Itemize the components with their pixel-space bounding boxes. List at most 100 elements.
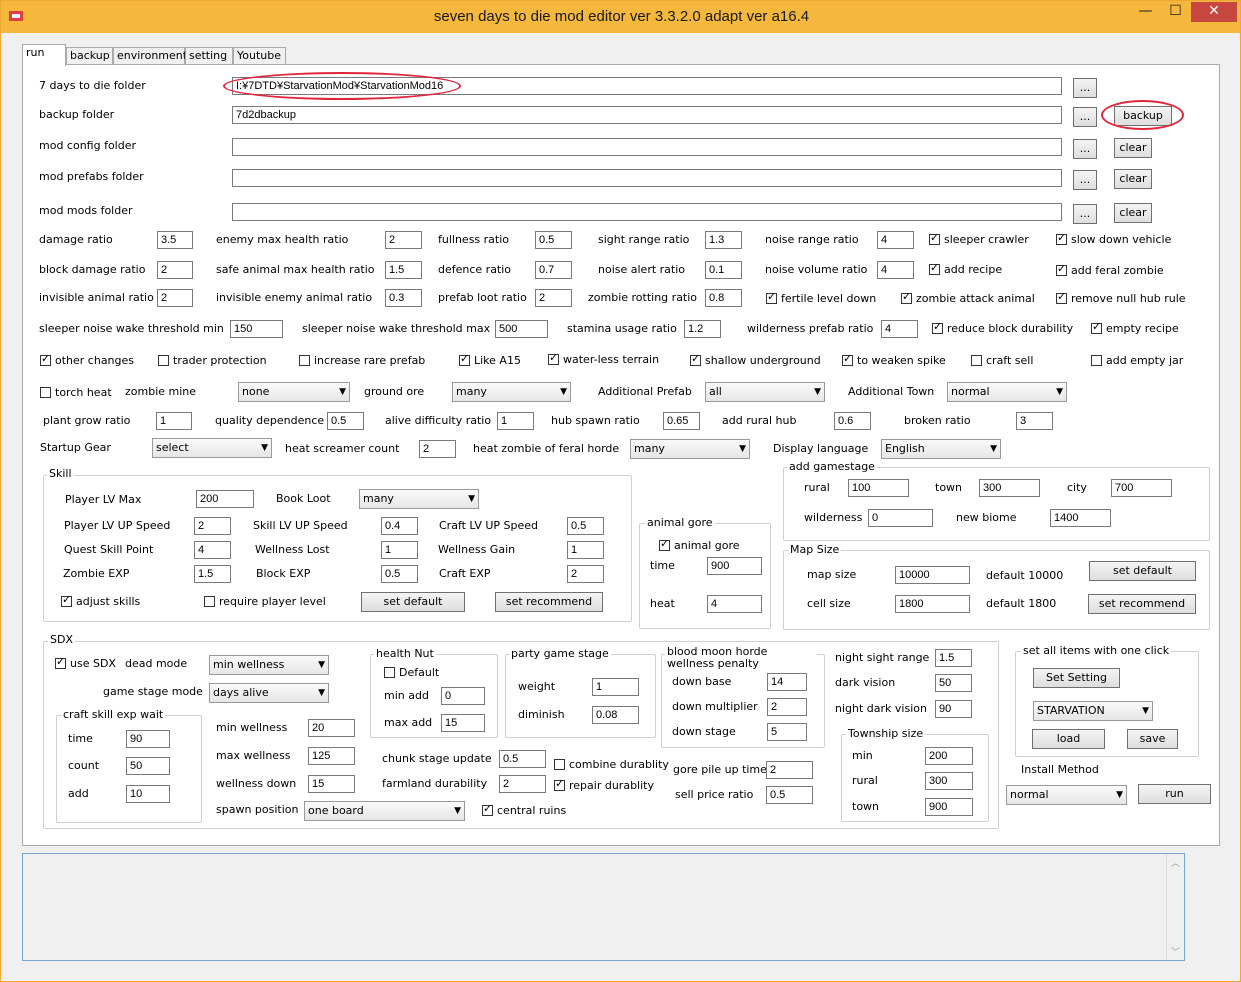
gs-new-biome-input[interactable]: 1400	[1050, 509, 1111, 527]
save-button[interactable]: save	[1127, 729, 1178, 749]
add-feral-zombie-checkbox[interactable]: add feral zombie	[1056, 262, 1164, 277]
backup-browse-button[interactable]: ...	[1073, 107, 1097, 127]
tab-youtube[interactable]: Youtube	[233, 47, 286, 65]
minimize-button[interactable]: —	[1131, 2, 1160, 22]
quest-skill-input[interactable]: 4	[194, 541, 231, 559]
enemy-max-health-input[interactable]: 2	[385, 231, 422, 249]
craft-exp-input[interactable]: 2	[567, 565, 604, 583]
wellness-gain-input[interactable]: 1	[567, 541, 604, 559]
map-set-default-button[interactable]: set default	[1089, 561, 1196, 581]
hub-spawn-input[interactable]: 0.65	[663, 412, 700, 430]
maximize-button[interactable]: ☐	[1161, 2, 1190, 22]
config-clear-button[interactable]: clear	[1114, 138, 1152, 158]
sdtd-browse-button[interactable]: ...	[1073, 78, 1097, 98]
remove-null-hub-checkbox[interactable]: remove null hub rule	[1056, 290, 1186, 305]
block-damage-input[interactable]: 2	[157, 261, 193, 279]
tab-environment[interactable]: environment	[113, 47, 187, 65]
gs-city-input[interactable]: 700	[1111, 479, 1172, 497]
mods-clear-button[interactable]: clear	[1114, 203, 1152, 223]
require-player-level-checkbox[interactable]: require player level	[204, 595, 326, 608]
ts-min-input[interactable]: 200	[925, 747, 973, 765]
heat-zombie-select[interactable]: many ▼	[630, 439, 750, 459]
skill-set-default-button[interactable]: set default	[361, 592, 465, 612]
sleeper-min-input[interactable]: 150	[230, 320, 283, 338]
gore-time-input[interactable]: 900	[707, 557, 762, 575]
skill-lv-up-input[interactable]: 0.4	[381, 517, 418, 535]
sleeper-crawler-checkbox[interactable]: sleeper crawler	[929, 231, 1029, 246]
empty-recipe-checkbox[interactable]: empty recipe	[1091, 320, 1179, 335]
config-folder-input[interactable]	[232, 138, 1062, 156]
spawn-position-select[interactable]: one board ▼	[304, 801, 465, 821]
prefabs-folder-input[interactable]	[232, 169, 1062, 187]
prefabs-clear-button[interactable]: clear	[1114, 169, 1152, 189]
gs-town-input[interactable]: 300	[979, 479, 1040, 497]
combine-durability-checkbox[interactable]: combine durablity	[554, 758, 669, 771]
prefabs-browse-button[interactable]: ...	[1073, 170, 1097, 190]
down-base-input[interactable]: 14	[767, 673, 807, 691]
map-size-input[interactable]: 10000	[895, 566, 970, 584]
repair-durability-checkbox[interactable]: repair durablity	[554, 777, 654, 792]
to-weaken-spike-checkbox[interactable]: to weaken spike	[842, 352, 946, 367]
weight-input[interactable]: 1	[592, 678, 639, 696]
map-set-recommend-button[interactable]: set recommend	[1088, 594, 1196, 614]
diminish-input[interactable]: 0.08	[592, 706, 639, 724]
hn-max-add-input[interactable]: 15	[441, 714, 485, 732]
invisible-animal-input[interactable]: 2	[157, 289, 193, 307]
zombie-attack-animal-checkbox[interactable]: zombie attack animal	[901, 290, 1035, 305]
plant-grow-input[interactable]: 1	[156, 412, 192, 430]
gore-heat-input[interactable]: 4	[707, 595, 762, 613]
ts-rural-input[interactable]: 300	[925, 772, 973, 790]
fullness-input[interactable]: 0.5	[535, 231, 572, 249]
broken-ratio-input[interactable]: 3	[1016, 412, 1053, 430]
defence-input[interactable]: 0.7	[535, 261, 572, 279]
heat-screamer-input[interactable]: 2	[419, 440, 456, 458]
dark-vision-input[interactable]: 50	[935, 674, 972, 692]
tab-backup[interactable]: backup	[66, 47, 113, 65]
cs-time-input[interactable]: 90	[126, 730, 170, 748]
wilderness-prefab-input[interactable]: 4	[881, 320, 918, 338]
increase-rare-prefab-checkbox[interactable]: increase rare prefab	[299, 354, 425, 367]
alive-difficulty-input[interactable]: 1	[497, 412, 534, 430]
add-recipe-checkbox[interactable]: add recipe	[929, 261, 1002, 276]
sell-price-input[interactable]: 0.5	[766, 786, 813, 804]
cs-add-input[interactable]: 10	[126, 785, 170, 803]
zombie-rotting-input[interactable]: 0.8	[705, 289, 742, 307]
shallow-underground-checkbox[interactable]: shallow underground	[690, 352, 821, 367]
use-sdx-checkbox[interactable]: use SDX	[55, 655, 116, 670]
ts-town-input[interactable]: 900	[925, 798, 973, 816]
sight-range-input[interactable]: 1.3	[705, 231, 742, 249]
craft-lv-up-input[interactable]: 0.5	[567, 517, 604, 535]
zombie-exp-input[interactable]: 1.5	[194, 565, 231, 583]
waterless-terrain-checkbox[interactable]: water-less terrain	[548, 351, 659, 366]
noise-range-input[interactable]: 4	[877, 231, 914, 249]
backup-folder-input[interactable]: 7d2dbackup	[232, 106, 1062, 124]
like-a15-checkbox[interactable]: Like A15	[459, 352, 521, 367]
set-setting-button[interactable]: Set Setting	[1033, 668, 1120, 688]
rural-hub-input[interactable]: 0.6	[834, 412, 871, 430]
scroll-up-icon[interactable]: ︿	[1171, 856, 1180, 869]
stamina-input[interactable]: 1.2	[684, 320, 721, 338]
animal-gore-checkbox[interactable]: animal gore	[659, 537, 740, 552]
cell-size-input[interactable]: 1800	[895, 595, 970, 613]
game-stage-mode-select[interactable]: days alive ▼	[209, 683, 329, 703]
wellness-lost-input[interactable]: 1	[381, 541, 418, 559]
down-multiplier-input[interactable]: 2	[767, 698, 807, 716]
noise-volume-input[interactable]: 4	[877, 261, 914, 279]
night-sight-input[interactable]: 1.5	[935, 649, 972, 667]
startup-gear-select[interactable]: select ▼	[152, 438, 272, 458]
adjust-skills-checkbox[interactable]: adjust skills	[61, 593, 140, 608]
ground-ore-select[interactable]: many ▼	[452, 382, 571, 402]
down-stage-input[interactable]: 5	[767, 723, 807, 741]
health-nut-default-checkbox[interactable]: Default	[384, 666, 439, 679]
safe-animal-input[interactable]: 1.5	[385, 261, 422, 279]
log-scrollbar[interactable]: ︿ ﹀	[1166, 854, 1184, 960]
additional-prefab-select[interactable]: all ▼	[705, 382, 825, 402]
log-output[interactable]: ︿ ﹀	[22, 853, 1185, 961]
sleeper-max-input[interactable]: 500	[495, 320, 548, 338]
tab-run[interactable]: run	[22, 44, 66, 66]
zombie-mine-select[interactable]: none ▼	[238, 382, 350, 402]
player-lv-up-input[interactable]: 2	[194, 517, 231, 535]
skill-set-recommend-button[interactable]: set recommend	[495, 592, 603, 612]
farmland-durability-input[interactable]: 2	[499, 775, 546, 793]
mods-browse-button[interactable]: ...	[1073, 204, 1097, 224]
